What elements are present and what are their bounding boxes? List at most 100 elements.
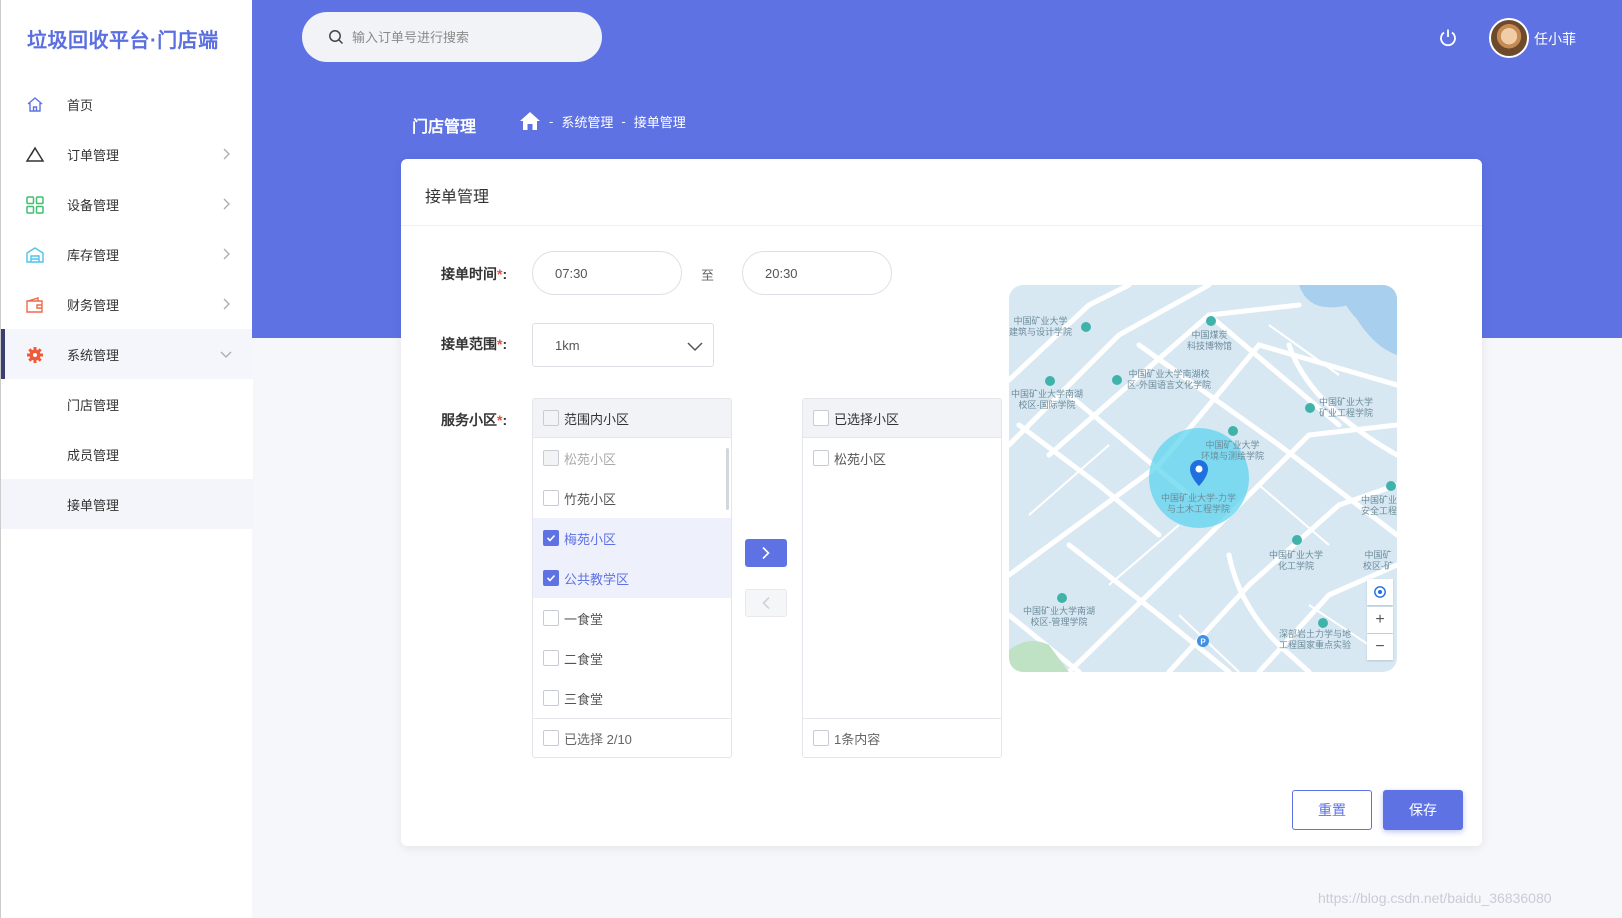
map-label: 中国煤炭 科技博物馆 — [1187, 330, 1233, 351]
select-all-checkbox[interactable] — [813, 410, 829, 426]
move-right-button[interactable] — [745, 539, 787, 567]
sidebar-item-label: 财务管理 — [67, 297, 120, 313]
checkbox[interactable] — [543, 610, 559, 626]
order-settings-card: 接单管理 接单时间*: 07:30 至 20:30 接单范围*: 1km 服务小… — [401, 159, 1482, 846]
reset-button[interactable]: 重置 — [1292, 790, 1372, 830]
scrollbar[interactable] — [726, 448, 729, 510]
wallet-icon — [26, 297, 43, 313]
target-panel-footer: 1条内容 — [803, 718, 1001, 757]
page-title: 门店管理 — [412, 119, 477, 136]
map-label: 中国矿业 安全工程 — [1361, 495, 1397, 516]
locate-icon — [1374, 586, 1386, 598]
sidebar-subitem-label: 成员管理 — [67, 447, 120, 463]
sidebar-item-system[interactable]: 系统管理 — [1, 329, 253, 379]
source-panel-title: 范围内小区 — [564, 411, 630, 427]
breadcrumb-system[interactable]: 系统管理 — [561, 112, 613, 131]
sidebar-item-home[interactable]: 首页 — [1, 79, 253, 129]
checkbox[interactable] — [813, 730, 829, 746]
checkbox[interactable] — [813, 450, 829, 466]
time-range-separator: 至 — [701, 268, 715, 283]
sidebar-item-label: 首页 — [67, 97, 94, 113]
checkbox-checked[interactable] — [543, 570, 559, 586]
app-logo: 垃圾回收平台·门店端 — [27, 30, 219, 52]
sidebar-item-orders[interactable]: 订单管理 — [1, 129, 253, 179]
chevron-right-icon — [223, 298, 230, 310]
checkbox[interactable] — [543, 730, 559, 746]
map-label: 中国矿 校区-矿 — [1363, 550, 1393, 571]
watermark: https://blog.csdn.net/baidu_36836080 — [1318, 890, 1552, 906]
breadcrumb-current: 接单管理 — [633, 114, 686, 130]
checkbox[interactable] — [543, 650, 559, 666]
sidebar-item-label: 库存管理 — [67, 247, 120, 263]
chevron-right-icon — [223, 248, 230, 260]
zoom-out-button[interactable]: − — [1367, 634, 1393, 660]
sidebar-subitem-orders-taking[interactable]: 接单管理 — [1, 479, 253, 529]
breadcrumb: - 系统管理 - 接单管理 — [519, 111, 686, 131]
select-all-checkbox[interactable] — [543, 410, 559, 426]
gear-icon — [27, 347, 43, 363]
sidebar-subitem-label: 接单管理 — [67, 497, 120, 513]
home-icon[interactable] — [519, 111, 541, 131]
target-panel-header[interactable]: 已选择小区 — [803, 399, 1001, 438]
end-time-input[interactable]: 20:30 — [742, 251, 892, 295]
range-select[interactable]: 1km — [532, 323, 714, 367]
zoom-in-button[interactable]: + — [1367, 607, 1393, 633]
list-item[interactable]: 三食堂 — [533, 678, 731, 718]
breadcrumb-separator: - — [549, 113, 554, 129]
start-time-input[interactable]: 07:30 — [532, 251, 682, 295]
list-item[interactable]: 松苑小区 — [803, 438, 1001, 478]
source-panel-header[interactable]: 范围内小区 — [533, 399, 731, 438]
chevron-down-icon — [687, 342, 703, 352]
sidebar: 垃圾回收平台·门店端 首页 订单管理 设备管理 库存管理 财务管理 系统管理 门… — [0, 0, 253, 918]
home-icon — [27, 97, 43, 112]
sidebar-menu: 首页 订单管理 设备管理 库存管理 财务管理 系统管理 门店管理 成员管理 接单… — [1, 79, 253, 529]
search-input[interactable] — [352, 29, 572, 45]
map-view[interactable]: P 中国矿业大学 建筑与设计学院 中国煤炭 科技博物馆 中国矿业大学南湖校 区-外国语… — [1009, 285, 1397, 672]
checkbox[interactable] — [543, 490, 559, 506]
checkbox — [543, 450, 559, 466]
avatar[interactable] — [1489, 18, 1529, 58]
search-box[interactable] — [302, 12, 602, 62]
save-button[interactable]: 保存 — [1383, 790, 1463, 830]
target-panel-title: 已选择小区 — [834, 411, 900, 427]
sidebar-item-label: 系统管理 — [67, 347, 120, 363]
list-item[interactable]: 二食堂 — [533, 638, 731, 678]
map-label: 深部岩土力学与地 工程国家重点实验 — [1279, 629, 1352, 650]
list-item[interactable]: 梅苑小区 — [533, 518, 731, 558]
sidebar-item-finance[interactable]: 财务管理 — [1, 279, 253, 329]
map-label: 中国矿业大学南湖校 区-外国语言文化学院 — [1127, 369, 1211, 390]
map-label: 中国矿业大学 矿业工程学院 — [1319, 397, 1374, 418]
locate-button[interactable] — [1367, 579, 1393, 605]
chevron-right-icon — [223, 198, 230, 210]
check-icon — [546, 534, 556, 542]
chevron-right-icon — [223, 148, 230, 160]
power-icon[interactable] — [1437, 27, 1459, 49]
sidebar-item-inventory[interactable]: 库存管理 — [1, 229, 253, 279]
search-icon — [329, 30, 344, 45]
source-panel-footer: 已选择 2/10 — [533, 718, 731, 757]
service-label: 服务小区*: — [441, 412, 508, 428]
sidebar-item-label: 订单管理 — [67, 147, 120, 163]
map-label: 中国矿业大学南湖 校区-管理学院 — [1023, 606, 1096, 627]
username[interactable]: 任小菲 — [1534, 29, 1576, 49]
chevron-right-icon — [762, 546, 770, 560]
map-label: 中国矿业大学-力学 与土木工程学院 — [1161, 493, 1236, 514]
chevron-down-icon — [220, 351, 232, 358]
move-left-button[interactable] — [745, 589, 787, 617]
list-item[interactable]: 竹苑小区 — [533, 478, 731, 518]
target-panel: 已选择小区 松苑小区 1条内容 — [802, 398, 1002, 758]
check-icon — [546, 574, 556, 582]
checkbox[interactable] — [543, 690, 559, 706]
list-item[interactable]: 公共教学区 — [533, 558, 731, 598]
list-item[interactable]: 一食堂 — [533, 598, 731, 638]
triangle-icon — [25, 146, 45, 162]
breadcrumb-separator: - — [621, 113, 626, 129]
sidebar-subitem-store[interactable]: 门店管理 — [1, 379, 253, 429]
time-label: 接单时间*: — [441, 266, 508, 282]
svg-text:P: P — [1200, 638, 1206, 647]
sidebar-subitem-members[interactable]: 成员管理 — [1, 429, 253, 479]
range-select-value: 1km — [555, 337, 580, 353]
sidebar-item-devices[interactable]: 设备管理 — [1, 179, 253, 229]
checkbox-checked[interactable] — [543, 530, 559, 546]
chevron-left-icon — [762, 596, 770, 610]
